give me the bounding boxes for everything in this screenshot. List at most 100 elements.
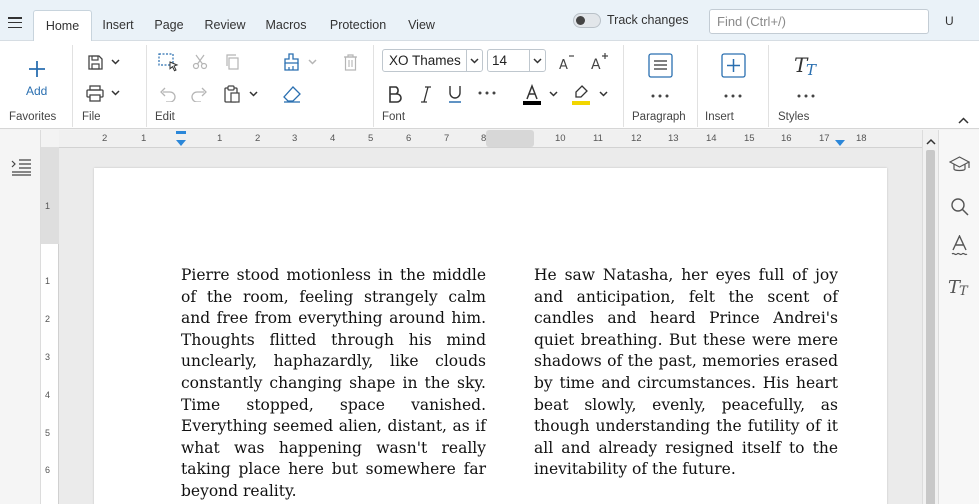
spellcheck-icon[interactable]	[948, 234, 970, 256]
ribbon-divider	[768, 45, 769, 127]
svg-text:A: A	[559, 58, 568, 71]
highlight-icon[interactable]	[570, 83, 592, 105]
font-family-select[interactable]: XO Thames	[382, 49, 483, 72]
eraser-icon[interactable]	[282, 84, 302, 104]
chevron-up-icon[interactable]	[958, 113, 969, 127]
paragraph[interactable]: Pierre stood motionless in the middle of…	[181, 265, 486, 503]
search-icon[interactable]	[948, 195, 970, 217]
right-indent-marker[interactable]	[835, 140, 845, 146]
vertical-scrollbar[interactable]	[922, 130, 938, 504]
chevron-up-icon[interactable]	[926, 134, 936, 148]
tab-home[interactable]: Home	[33, 10, 92, 41]
delete-icon[interactable]	[341, 52, 359, 72]
font-size-value: 14	[492, 53, 508, 68]
svg-text:T: T	[806, 61, 817, 77]
tab-view[interactable]: View	[405, 10, 438, 41]
chevron-down-icon[interactable]	[597, 88, 609, 100]
ruler-number: 1	[141, 133, 147, 144]
undo-icon[interactable]	[158, 85, 176, 103]
document-page[interactable]: Pierre stood motionless in the middle of…	[94, 168, 887, 504]
chevron-down-icon[interactable]	[547, 88, 559, 100]
tab-insert[interactable]: Insert	[98, 10, 138, 41]
print-icon[interactable]	[85, 83, 105, 103]
paragraph[interactable]: He saw Natasha, her eyes full of joy and…	[534, 265, 838, 481]
increase-font-icon[interactable]: A	[589, 51, 609, 71]
text-styles-icon[interactable]: TT	[792, 52, 820, 78]
find-input[interactable]	[709, 9, 929, 34]
decrease-font-icon[interactable]: A	[557, 52, 577, 72]
add-icon[interactable]	[27, 59, 47, 79]
ruler-number: 6	[406, 133, 412, 144]
more-icon[interactable]	[477, 86, 497, 100]
text-styles-icon[interactable]: TT	[946, 274, 972, 298]
tab-page[interactable]: Page	[151, 10, 187, 41]
ruler-number: 1	[45, 276, 51, 286]
more-icon[interactable]	[723, 91, 743, 101]
ruler-column-gap[interactable]	[486, 130, 534, 147]
ribbon-divider	[373, 45, 374, 127]
menu-icon[interactable]	[8, 17, 22, 29]
left-indent-marker[interactable]	[176, 140, 186, 146]
text-column-left[interactable]: Pierre stood motionless in the middle of…	[181, 265, 486, 503]
ruler-number: 4	[330, 133, 336, 144]
tab-review[interactable]: Review	[202, 10, 248, 41]
chevron-down-icon[interactable]	[466, 50, 482, 71]
ruler-number: 10	[555, 133, 566, 144]
more-icon[interactable]	[796, 91, 816, 101]
paste-icon[interactable]	[222, 84, 242, 104]
svg-text:T: T	[959, 284, 969, 297]
first-line-indent-marker[interactable]	[176, 131, 186, 134]
horizontal-ruler[interactable]: 2 1 1 2 3 4 5 6 7 8 10 11 12 13 14 15 16…	[59, 130, 922, 148]
graduation-cap-icon[interactable]	[948, 155, 970, 175]
toggle-knob	[576, 16, 585, 25]
outline-navigator-icon[interactable]	[10, 157, 32, 177]
right-sidebar: TT	[938, 130, 979, 504]
text-column-right[interactable]: He saw Natasha, her eyes full of joy and…	[534, 265, 838, 481]
chevron-down-icon[interactable]	[109, 87, 121, 99]
chevron-down-icon[interactable]	[109, 56, 121, 68]
ruler-number: 16	[781, 133, 792, 144]
tab-protection[interactable]: Protection	[326, 10, 390, 41]
ruler-number: 1	[45, 201, 51, 211]
document-canvas[interactable]: Pierre stood motionless in the middle of…	[59, 148, 922, 504]
underline-icon[interactable]	[446, 84, 464, 104]
ruler-number: 7	[444, 133, 450, 144]
italic-icon[interactable]	[417, 84, 435, 104]
font-family-value: XO Thames	[389, 53, 461, 68]
font-color-icon[interactable]	[521, 83, 543, 105]
chevron-down-icon[interactable]	[529, 50, 545, 71]
format-painter-icon[interactable]	[281, 52, 301, 72]
scrollbar-thumb[interactable]	[926, 150, 935, 504]
vertical-ruler[interactable]: 1 1 2 3 4 5 6	[41, 147, 59, 504]
ribbon-divider	[72, 45, 73, 127]
ruler-number: 2	[45, 314, 51, 324]
ruler-number: 2	[102, 133, 108, 144]
font-size-select[interactable]: 14	[487, 49, 546, 72]
ruler-number: 8	[481, 133, 487, 144]
ruler-number: 17	[819, 133, 830, 144]
insert-object-icon[interactable]	[720, 52, 746, 78]
track-changes-toggle[interactable]	[573, 13, 601, 28]
add-button-label[interactable]: Add	[26, 84, 47, 98]
chevron-down-icon[interactable]	[247, 88, 259, 100]
cut-icon[interactable]	[191, 53, 209, 71]
chevron-down-icon[interactable]	[306, 56, 318, 68]
ribbon-toolbar: Add Favorites File Edit XO Thames 14 A A…	[0, 41, 979, 129]
paragraph-align-icon[interactable]	[647, 52, 673, 78]
ruler-number: 13	[668, 133, 679, 144]
redo-icon[interactable]	[190, 85, 208, 103]
ruler-number: 1	[217, 133, 223, 144]
tab-macros[interactable]: Macros	[262, 10, 310, 41]
ruler-number: 11	[593, 133, 603, 144]
save-icon[interactable]	[85, 52, 105, 72]
user-avatar[interactable]: U	[945, 14, 954, 28]
group-label-file: File	[82, 111, 101, 123]
copy-icon[interactable]	[223, 53, 241, 71]
svg-text:A: A	[591, 57, 601, 71]
group-label-favorites: Favorites	[9, 111, 57, 123]
left-sidebar	[0, 130, 41, 504]
select-icon[interactable]	[157, 52, 179, 72]
bold-icon[interactable]	[386, 84, 404, 104]
group-label-styles: Styles	[778, 111, 810, 123]
more-icon[interactable]	[650, 91, 670, 101]
